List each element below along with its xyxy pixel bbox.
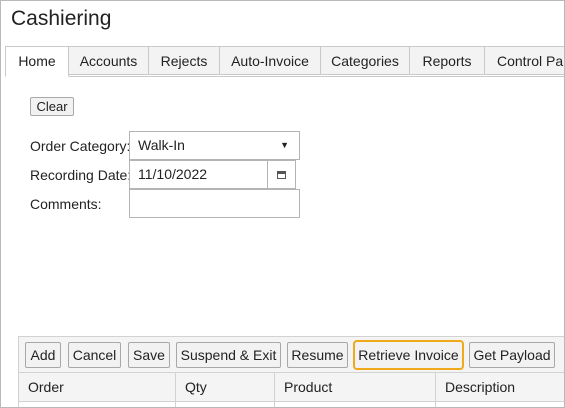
tab-bar: Home Accounts Rejects Auto-Invoice Categ…	[5, 46, 564, 77]
tab-auto-invoice[interactable]: Auto-Invoice	[219, 46, 321, 75]
dropdown-arrow-icon: ▼	[280, 140, 289, 150]
tab-control-panel[interactable]: Control Pan	[484, 46, 564, 75]
tab-accounts[interactable]: Accounts	[68, 46, 149, 75]
comments-label: Comments:	[30, 196, 102, 212]
column-header-order[interactable]: Order	[19, 373, 176, 401]
tab-home[interactable]: Home	[5, 46, 69, 77]
tab-categories[interactable]: Categories	[320, 46, 410, 75]
order-category-label: Order Category:	[30, 138, 131, 154]
recording-date-label: Recording Date:	[30, 167, 132, 183]
column-header-qty[interactable]: Qty	[176, 373, 275, 401]
recording-date-input[interactable]: 11/10/2022	[129, 160, 268, 189]
get-payload-button[interactable]: Get Payload	[469, 342, 555, 368]
tab-reports[interactable]: Reports	[409, 46, 485, 75]
save-button[interactable]: Save	[128, 342, 170, 368]
suspend-exit-button[interactable]: Suspend & Exit	[176, 342, 281, 368]
calendar-button[interactable]	[267, 160, 296, 189]
tab-rejects[interactable]: Rejects	[148, 46, 220, 75]
order-category-select[interactable]: Walk-In ▼	[129, 131, 300, 160]
grid-header: Order Qty Product Description	[18, 372, 564, 402]
retrieve-invoice-button[interactable]: Retrieve Invoice	[353, 340, 464, 370]
cashiering-window: Cashiering Home Accounts Rejects Auto-In…	[0, 0, 565, 408]
calendar-icon	[277, 171, 286, 179]
grid-divider	[435, 401, 436, 407]
column-header-description[interactable]: Description	[436, 373, 564, 401]
clear-button[interactable]: Clear	[30, 97, 74, 116]
comments-input[interactable]	[129, 189, 300, 218]
add-button[interactable]: Add	[25, 342, 61, 368]
grid-divider	[175, 401, 176, 407]
grid-divider	[274, 401, 275, 407]
page-title: Cashiering	[11, 7, 112, 30]
column-header-product[interactable]: Product	[275, 373, 436, 401]
order-toolbar: Add Cancel Save Suspend & Exit Resume Re…	[18, 336, 564, 373]
cancel-button[interactable]: Cancel	[68, 342, 121, 368]
resume-button[interactable]: Resume	[287, 342, 348, 368]
grid-body	[18, 401, 564, 407]
order-category-value: Walk-In	[138, 137, 185, 153]
